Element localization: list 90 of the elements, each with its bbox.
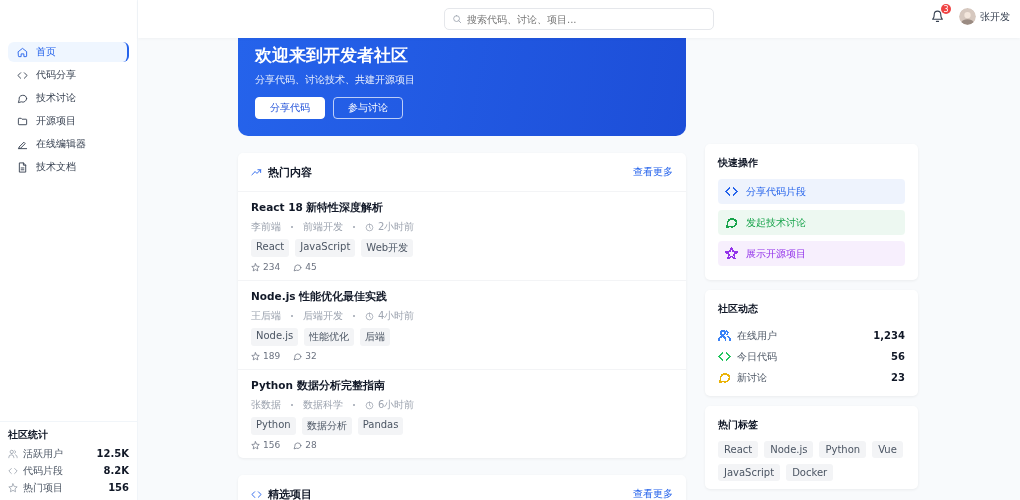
like-count: 189	[263, 351, 281, 361]
sidebar-item[interactable]: 技术文档	[8, 157, 129, 177]
activity-label: 在线用户	[737, 328, 778, 343]
banner-title: 欢迎来到开发者社区	[255, 44, 409, 67]
post-title[interactable]: Python 数据分析完整指南	[251, 379, 673, 393]
like-count: 234	[263, 262, 281, 272]
tag[interactable]: React	[718, 441, 759, 458]
activity-value: 23	[891, 372, 905, 383]
stat-value: 8.2K	[103, 465, 129, 476]
folder-icon	[17, 115, 28, 127]
stat-label: 代码片段	[23, 463, 64, 478]
like-count: 156	[263, 440, 281, 450]
activity-label: 新讨论	[737, 370, 768, 385]
post-author: 张数据	[251, 398, 281, 412]
sidebar-item[interactable]: 开源项目	[8, 111, 129, 131]
post-category: 数据科学	[303, 398, 343, 412]
share-button[interactable]: 分享代码	[255, 97, 325, 119]
post-time: 6小时前	[378, 398, 415, 412]
chat-bubble-icon	[293, 262, 303, 272]
post-author: 王后端	[251, 309, 281, 323]
card-title: 热门标签	[718, 418, 759, 432]
comment-count: 32	[305, 351, 317, 361]
activity-value: 1,234	[873, 330, 905, 341]
search-field[interactable]: 搜索代码、讨论、项目...	[444, 8, 714, 30]
post-time: 4小时前	[378, 309, 415, 323]
stat-label: 热门项目	[23, 480, 64, 495]
stat-label: 活跃用户	[23, 446, 64, 461]
users-icon	[8, 448, 18, 459]
activity-value: 56	[891, 351, 905, 362]
tag[interactable]: Node.js	[251, 328, 299, 346]
user-name[interactable]: 张开发	[980, 9, 1010, 24]
stat-value: 12.5K	[96, 448, 129, 459]
post-category: 后端开发	[303, 309, 343, 323]
comment-count: 45	[305, 262, 317, 272]
post-category: 前端开发	[303, 220, 343, 234]
quick-action-button[interactable]: 展示开源项目	[718, 241, 905, 266]
chat-bubble-icon	[17, 92, 28, 104]
view-more-link[interactable]: 查看更多	[633, 165, 673, 179]
tag[interactable]: Node.js	[764, 441, 814, 458]
avatar[interactable]	[959, 8, 976, 25]
tag[interactable]: JavaScript	[295, 239, 356, 257]
view-more-link[interactable]: 查看更多	[633, 487, 673, 500]
discuss-button[interactable]: 参与讨论	[333, 97, 403, 119]
tag[interactable]: JavaScript	[718, 464, 781, 481]
activity-label: 今日代码	[737, 349, 778, 364]
star-icon	[8, 482, 18, 493]
sidebar-item[interactable]: 技术讨论	[8, 88, 129, 108]
chat-bubble-icon	[293, 440, 303, 450]
code-icon	[17, 69, 28, 81]
post-title[interactable]: Node.js 性能优化最佳实践	[251, 290, 673, 304]
star-icon	[251, 440, 260, 450]
post-title[interactable]: React 18 新特性深度解析	[251, 201, 673, 215]
clock-icon	[365, 311, 374, 321]
star-icon	[251, 262, 260, 272]
quick-action-button[interactable]: 分享代码片段	[718, 179, 905, 204]
clock-icon	[365, 222, 374, 232]
card-title: 热门内容	[268, 164, 312, 180]
tag[interactable]: 后端	[360, 328, 391, 346]
code-icon	[8, 465, 18, 476]
notification-button[interactable]	[931, 10, 944, 23]
comment-count: 28	[305, 440, 317, 450]
card-title: 社区动态	[718, 302, 759, 316]
tag[interactable]: Vue	[872, 441, 903, 458]
card-title: 快速操作	[718, 156, 759, 170]
tag[interactable]: Pandas	[357, 417, 404, 435]
post-time: 2小时前	[378, 220, 415, 234]
stats-heading: 社区统计	[8, 428, 49, 442]
home-icon	[17, 46, 28, 58]
sidebar-item[interactable]: 首页	[8, 42, 129, 62]
banner-subtitle: 分享代码、讨论技术、共建开源项目	[255, 73, 416, 87]
tag[interactable]: Python	[251, 417, 296, 435]
card-title: 精选项目	[268, 486, 312, 500]
trend-icon	[251, 166, 262, 178]
tag[interactable]: Docker	[786, 464, 834, 481]
tag[interactable]: Web开发	[361, 239, 414, 257]
tag[interactable]: Python	[819, 441, 867, 458]
tag[interactable]: React	[251, 239, 290, 257]
bell-icon	[931, 10, 944, 23]
notification-count: 3	[941, 4, 951, 14]
sidebar-item[interactable]: 代码分享	[8, 65, 129, 85]
document-icon	[17, 161, 28, 173]
stat-value: 156	[108, 482, 129, 493]
tag[interactable]: 数据分析	[301, 417, 352, 435]
code-icon	[251, 488, 262, 500]
post-author: 李前端	[251, 220, 281, 234]
star-icon	[251, 351, 260, 361]
tag[interactable]: 性能优化	[304, 328, 355, 346]
clock-icon	[365, 400, 374, 410]
chat-bubble-icon	[293, 351, 303, 361]
sidebar-item[interactable]: 在线编辑器	[8, 134, 129, 154]
